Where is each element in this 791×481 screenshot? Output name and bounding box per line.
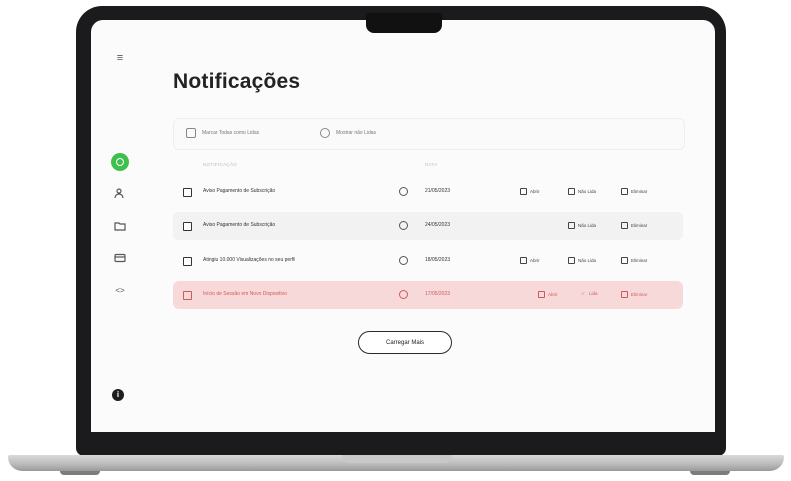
notification-message: Início de Sessão em Novo Dispositivo xyxy=(203,291,287,297)
mark-unread-label: Não Lida xyxy=(578,189,596,194)
mark-unread-label: Não Lida xyxy=(578,258,596,263)
shield-icon xyxy=(568,222,575,229)
mark-unread-button[interactable]: Não Lida xyxy=(568,257,596,264)
laptop-foot-right xyxy=(690,471,730,475)
notification-date: 18/05/2023 xyxy=(425,257,450,263)
card-icon[interactable] xyxy=(113,251,127,265)
notification-date: 21/05/2023 xyxy=(425,188,450,194)
column-header-notification: NOTIFICAÇÃO xyxy=(203,162,237,167)
laptop-foot-left xyxy=(60,471,100,475)
notification-row[interactable]: Aviso Pagamento de Subscrição 21/05/2023… xyxy=(173,178,683,206)
open-icon xyxy=(538,291,545,298)
delete-button[interactable]: Eliminar xyxy=(621,222,647,229)
checklist-icon xyxy=(186,128,196,138)
row-checkbox[interactable] xyxy=(183,222,192,231)
column-header-date: DATA xyxy=(425,162,438,167)
delete-button[interactable]: Eliminar xyxy=(621,257,647,264)
check-icon: ✓ xyxy=(581,291,586,296)
open-label: Abrir xyxy=(530,258,540,263)
open-button[interactable]: Abrir xyxy=(520,257,540,264)
mark-all-read-button[interactable]: Marcar Todas como Lidas xyxy=(186,128,259,138)
actions-toolbar: Marcar Todas como Lidas Mostrar não Lida… xyxy=(173,118,685,150)
row-checkbox[interactable] xyxy=(183,291,192,300)
code-icon[interactable]: <> xyxy=(113,283,127,297)
page-title: Notificações xyxy=(173,70,300,94)
notifications-icon[interactable] xyxy=(111,153,129,171)
folder-icon[interactable] xyxy=(113,219,127,233)
open-button[interactable]: Abrir xyxy=(520,188,540,195)
open-label: Abrir xyxy=(548,292,558,297)
mark-read-label: Lida xyxy=(589,291,598,296)
open-label: Abrir xyxy=(530,189,540,194)
menu-icon[interactable]: ≡ xyxy=(113,51,127,65)
trash-icon xyxy=(621,291,628,298)
row-checkbox[interactable] xyxy=(183,257,192,266)
mark-unread-button[interactable]: Não Lida xyxy=(568,188,596,195)
notification-date: 24/05/2023 xyxy=(425,222,450,228)
row-checkbox[interactable] xyxy=(183,188,192,197)
users-icon[interactable] xyxy=(113,186,127,200)
delete-label: Eliminar xyxy=(631,223,647,228)
notification-message: Aviso Pagamento de Subscrição xyxy=(203,222,275,228)
notification-message: Aviso Pagamento de Subscrição xyxy=(203,188,275,194)
trash-icon xyxy=(621,257,628,264)
notification-row-alert[interactable]: Início de Sessão em Novo Dispositivo 17/… xyxy=(173,281,683,309)
clock-icon xyxy=(399,187,408,196)
refresh-icon xyxy=(320,128,330,138)
camera-notch xyxy=(366,13,442,33)
notification-row[interactable]: Atingiu 10.000 Visualizações no seu perf… xyxy=(173,247,683,275)
shield-icon xyxy=(568,257,575,264)
delete-label: Eliminar xyxy=(631,189,647,194)
mark-unread-button[interactable]: Não Lida xyxy=(568,222,596,229)
show-unread-label: Mostrar não Lidas xyxy=(336,130,376,136)
show-unread-button[interactable]: Mostrar não Lidas xyxy=(320,128,376,138)
open-icon xyxy=(520,257,527,264)
clock-icon xyxy=(399,221,408,230)
load-more-button[interactable]: Carregar Mais xyxy=(358,331,452,354)
info-icon[interactable]: i xyxy=(112,389,124,401)
shield-icon xyxy=(568,188,575,195)
mark-unread-label: Não Lida xyxy=(578,223,596,228)
mark-all-read-label: Marcar Todas como Lidas xyxy=(202,130,259,136)
trash-icon xyxy=(621,188,628,195)
app-screen: ≡ <> i Notificações Marcar Todas como Li… xyxy=(91,20,715,432)
open-button[interactable]: Abrir xyxy=(538,291,558,298)
delete-label: Eliminar xyxy=(631,258,647,263)
open-icon xyxy=(520,188,527,195)
mark-read-button[interactable]: ✓Lida xyxy=(581,291,598,296)
delete-button[interactable]: Eliminar xyxy=(621,291,647,298)
notification-date: 17/05/2023 xyxy=(425,291,450,297)
delete-button[interactable]: Eliminar xyxy=(621,188,647,195)
notification-row[interactable]: Aviso Pagamento de Subscrição 24/05/2023… xyxy=(173,212,683,240)
delete-label: Eliminar xyxy=(631,292,647,297)
notification-message: Atingiu 10.000 Visualizações no seu perf… xyxy=(203,257,295,263)
clock-icon xyxy=(399,290,408,299)
laptop-base-groove xyxy=(342,455,452,463)
clock-icon xyxy=(399,256,408,265)
trash-icon xyxy=(621,222,628,229)
